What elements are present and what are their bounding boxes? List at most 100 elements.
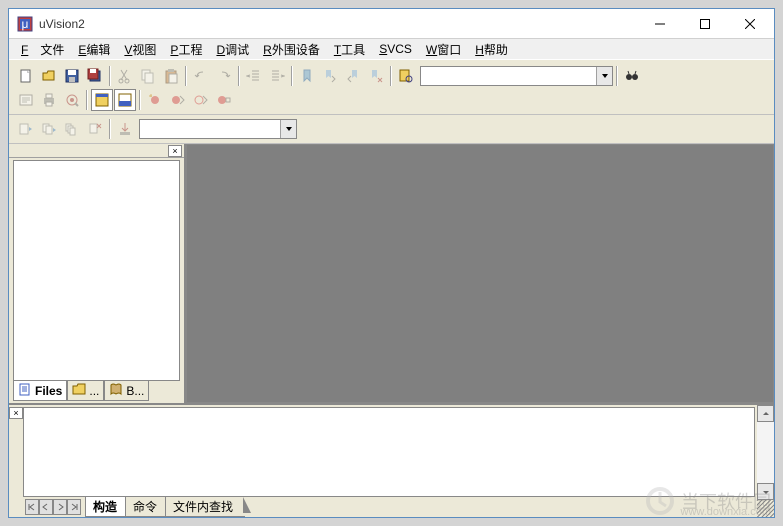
translate-button[interactable] [15,118,37,140]
redo-button[interactable] [213,65,235,87]
workspace: × Files ... B... [9,144,774,403]
menu-file[interactable]: F文件 [15,39,70,60]
menu-edit[interactable]: E编辑 [72,39,116,60]
kill-breakpoints-button[interactable] [167,89,189,111]
separator [109,66,111,86]
svg-text:μ: μ [22,17,29,31]
resize-grip[interactable] [757,500,774,517]
dropdown-icon[interactable] [596,67,612,85]
window-title: uVision2 [39,17,637,31]
tab-prev-button[interactable] [39,499,53,515]
tab-regs-label: ... [89,384,99,398]
binoculars-find-button[interactable] [621,65,643,87]
breakpoint-button[interactable] [144,89,166,111]
menu-svcs[interactable]: SVCS [373,40,418,58]
build-button[interactable] [38,118,60,140]
cut-button[interactable] [114,65,136,87]
paste-button[interactable] [160,65,182,87]
find-combo[interactable] [420,66,613,86]
menu-view[interactable]: V视图 [118,39,162,60]
output-scrollbar [757,405,774,517]
output-window-button[interactable] [114,89,136,111]
titlebar[interactable]: μ uVision2 [9,9,774,39]
separator [238,66,240,86]
debug-button[interactable] [61,89,83,111]
build-toolbar [9,115,774,144]
tab-command[interactable]: 命令 [125,497,169,517]
pane-close-button[interactable]: × [168,145,182,157]
rebuild-button[interactable] [61,118,83,140]
menu-peripherals[interactable]: R外围设备 [257,39,326,60]
tab-regs[interactable]: ... [67,381,104,401]
tab-files-label: Files [35,384,62,398]
project-tabs: Files ... B... [13,381,180,403]
separator [139,90,141,110]
bookmark-next-button[interactable] [319,65,341,87]
output-close-column: × [9,405,23,517]
open-file-button[interactable] [38,65,60,87]
menu-project[interactable]: P工程 [164,39,208,60]
save-all-button[interactable] [84,65,106,87]
stop-build-button[interactable] [84,118,106,140]
undo-button[interactable] [190,65,212,87]
copy-button[interactable] [137,65,159,87]
tab-files[interactable]: Files [13,381,67,401]
project-pane: × Files ... B... [9,144,186,403]
bookmark-clear-button[interactable] [365,65,387,87]
bookmark-toggle-button[interactable] [296,65,318,87]
print-button[interactable] [38,89,60,111]
maximize-button[interactable] [682,9,727,38]
editor-area[interactable] [186,144,774,403]
menu-bar: F文件 E编辑 V视图 P工程 D调试 R外围设备 T工具 SVCS W窗口 H… [9,39,774,59]
pane-close-button[interactable]: × [9,407,23,419]
separator [86,90,88,110]
separator [109,119,111,139]
tab-books[interactable]: B... [104,381,149,401]
dropdown-icon[interactable] [280,120,296,138]
separator [185,66,187,86]
menu-window[interactable]: W窗口 [420,39,467,60]
separator [291,66,293,86]
toolbar-main [9,59,774,115]
close-button[interactable] [727,9,772,38]
save-button[interactable] [61,65,83,87]
project-pane-header: × [9,144,184,158]
find-in-files-button[interactable] [395,65,417,87]
output-text[interactable] [23,407,755,497]
target-combo[interactable] [139,119,297,139]
tab-first-button[interactable] [25,499,39,515]
scroll-down-button[interactable] [757,483,774,500]
output-tabs: 构造 命令 文件内查找 [23,497,757,517]
download-button[interactable] [114,118,136,140]
menu-help[interactable]: H帮助 [469,39,514,60]
disable-breakpoints-button[interactable] [190,89,212,111]
bookmark-prev-button[interactable] [342,65,364,87]
separator [390,66,392,86]
menu-tools[interactable]: T工具 [328,39,371,60]
app-icon: μ [17,16,33,32]
tab-build[interactable]: 构造 [85,497,129,517]
project-window-button[interactable] [91,89,113,111]
project-tree[interactable] [13,160,180,381]
tab-next-button[interactable] [53,499,67,515]
indent-right-button[interactable] [266,65,288,87]
minimize-button[interactable] [637,9,682,38]
menu-debug[interactable]: D调试 [210,39,255,60]
folder-icon [72,382,86,399]
output-pane: × 构造 命令 文件内查找 [9,403,774,517]
scroll-up-button[interactable] [757,405,774,422]
scroll-track[interactable] [757,422,774,483]
source-browser-button[interactable] [15,89,37,111]
book-icon [109,382,123,399]
tab-find-in-files[interactable]: 文件内查找 [165,497,245,517]
app-window: μ uVision2 F文件 E编辑 V视图 P工程 D调试 R外围设备 T工具… [8,8,775,518]
files-icon [18,382,32,399]
target-input[interactable] [140,120,280,138]
separator [616,66,618,86]
tab-last-button[interactable] [67,499,81,515]
enable-breakpoints-button[interactable] [213,89,235,111]
new-file-button[interactable] [15,65,37,87]
tab-books-label: B... [126,384,144,398]
indent-left-button[interactable] [243,65,265,87]
find-input[interactable] [421,67,596,85]
